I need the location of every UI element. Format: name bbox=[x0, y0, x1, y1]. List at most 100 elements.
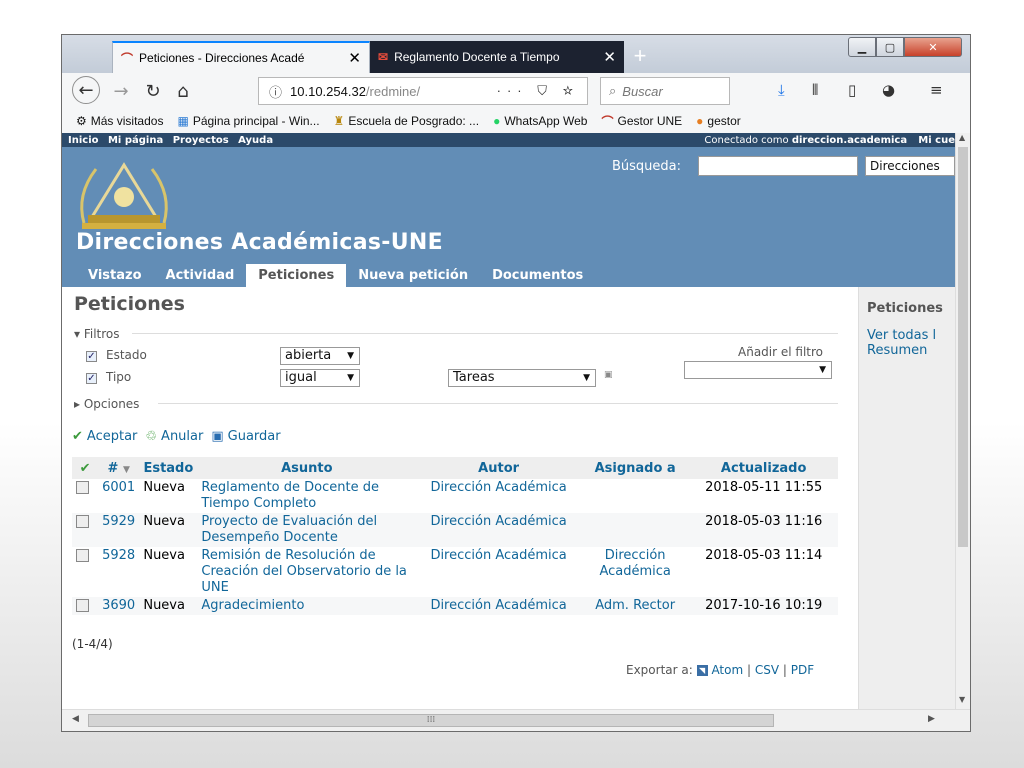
search-input[interactable] bbox=[698, 156, 858, 176]
scroll-up-icon[interactable]: ▲ bbox=[959, 133, 965, 142]
table-row[interactable]: 3690 Nueva Agradecimiento Dirección Acad… bbox=[72, 597, 838, 615]
vertical-scrollbar[interactable]: ▲ ▼ bbox=[955, 133, 970, 709]
top-menu-mi-pagina[interactable]: Mi página bbox=[108, 135, 163, 146]
filter-tipo-operator[interactable]: igual ▼ bbox=[280, 369, 360, 387]
new-tab-button[interactable]: + bbox=[628, 43, 652, 69]
options-legend[interactable]: ▸ Opciones bbox=[74, 397, 139, 411]
issue-author-link[interactable]: Dirección Académica bbox=[416, 597, 581, 615]
issue-author-link[interactable]: Dirección Académica bbox=[416, 479, 581, 513]
issue-subject-link[interactable]: Proyecto de Evaluación del Desempeño Doc… bbox=[197, 513, 417, 547]
filter-tipo-checkbox[interactable]: ✓ bbox=[86, 373, 97, 384]
export-atom-link[interactable]: Atom bbox=[711, 663, 743, 677]
save-link[interactable]: Guardar bbox=[228, 429, 281, 444]
close-tab-icon[interactable]: ✕ bbox=[603, 48, 616, 66]
row-checkbox[interactable] bbox=[76, 481, 89, 494]
issue-id-link[interactable]: 5929 bbox=[98, 513, 140, 547]
close-window-button[interactable]: ✕ bbox=[904, 37, 962, 57]
library-icon[interactable]: ⫴ bbox=[812, 81, 818, 99]
issue-assignee-link[interactable]: Adm. Rector bbox=[580, 597, 690, 615]
toggle-multiselect-icon[interactable]: ▣ bbox=[604, 370, 613, 380]
download-icon[interactable]: ⤓ bbox=[778, 81, 785, 99]
vertical-scroll-thumb[interactable] bbox=[958, 147, 968, 547]
issue-subject-link[interactable]: Reglamento de Docente de Tiempo Completo bbox=[197, 479, 417, 513]
tab-vistazo[interactable]: Vistazo bbox=[76, 264, 154, 287]
add-filter-select[interactable]: ▼ bbox=[684, 361, 832, 379]
maximize-button[interactable]: ▢ bbox=[876, 37, 904, 57]
close-tab-icon[interactable]: ✕ bbox=[348, 49, 361, 67]
issue-author-link[interactable]: Dirección Académica bbox=[416, 513, 581, 547]
tab-peticiones[interactable]: ⌒ Peticiones - Direcciones Acadé ✕ bbox=[112, 41, 370, 73]
project-jump-select[interactable]: Direcciones bbox=[865, 156, 955, 176]
top-menu-ayuda[interactable]: Ayuda bbox=[238, 135, 273, 146]
bookmark-whatsapp[interactable]: ● WhatsApp Web bbox=[493, 114, 587, 128]
toggle-all-checkbox-icon[interactable]: ✔ bbox=[72, 457, 99, 479]
bookmark-escuela-posgrado[interactable]: ♜ Escuela de Posgrado: ... bbox=[334, 114, 480, 128]
issue-subject-link[interactable]: Agradecimiento bbox=[197, 597, 417, 615]
table-row[interactable]: 5928 Nueva Remisión de Resolución de Cre… bbox=[72, 547, 838, 597]
issue-id-link[interactable]: 3690 bbox=[98, 597, 140, 615]
issue-id-link[interactable]: 5928 bbox=[98, 547, 140, 597]
top-menu-proyectos[interactable]: Proyectos bbox=[173, 135, 229, 146]
apply-link[interactable]: Aceptar bbox=[87, 429, 137, 444]
page-actions-icon[interactable]: ··· ⛉ ☆ bbox=[497, 83, 579, 99]
extension-icon[interactable]: ◕ bbox=[882, 81, 895, 99]
table-row[interactable]: 5929 Nueva Proyecto de Evaluación del De… bbox=[72, 513, 838, 547]
scroll-down-icon[interactable]: ▼ bbox=[959, 695, 965, 704]
tab-actividad[interactable]: Actividad bbox=[154, 264, 247, 287]
column-autor[interactable]: Autor bbox=[416, 457, 581, 479]
gear-icon: ⚙ bbox=[76, 114, 87, 128]
export-csv-link[interactable]: CSV bbox=[755, 663, 779, 677]
filter-tipo-value[interactable]: Tareas ▼ bbox=[448, 369, 596, 387]
tab-nueva-peticion[interactable]: Nueva petición bbox=[346, 264, 480, 287]
issue-author-link[interactable]: Dirección Académica bbox=[416, 547, 581, 597]
issue-id-link[interactable]: 6001 bbox=[98, 479, 140, 513]
my-account-link[interactable]: Mi cue bbox=[918, 135, 955, 146]
column-asunto[interactable]: Asunto bbox=[197, 457, 417, 479]
filter-estado-operator[interactable]: abierta ▼ bbox=[280, 347, 360, 365]
filter-estado-checkbox[interactable]: ✓ bbox=[86, 351, 97, 362]
issue-assignee-link[interactable] bbox=[580, 479, 690, 513]
filters-legend[interactable]: ▾ Filtros bbox=[74, 327, 120, 341]
column-id[interactable]: # ▼ bbox=[98, 457, 140, 479]
issue-assignee-link[interactable]: Dirección Académica bbox=[580, 547, 690, 597]
sidebar-icon[interactable]: ▯ bbox=[848, 81, 856, 99]
top-menu-inicio[interactable]: Inicio bbox=[68, 135, 99, 146]
tab-documentos[interactable]: Documentos bbox=[480, 264, 595, 287]
sidebar-view-all-link[interactable]: Ver todas l bbox=[867, 328, 955, 343]
row-checkbox[interactable] bbox=[76, 599, 89, 612]
menu-icon[interactable]: ≡ bbox=[930, 81, 943, 99]
scroll-right-icon[interactable]: ▶ bbox=[928, 714, 935, 724]
tab-reglamento[interactable]: ✉ Reglamento Docente a Tiempo ✕ bbox=[370, 41, 624, 73]
issue-subject-link[interactable]: Remisión de Resolución de Creación del O… bbox=[197, 547, 417, 597]
search-bar[interactable]: ⌕ Buscar bbox=[600, 77, 730, 105]
browser-window: ⌒ Peticiones - Direcciones Acadé ✕ ✉ Reg… bbox=[61, 34, 971, 732]
bookmark-gestor[interactable]: ● gestor bbox=[696, 114, 741, 128]
home-button[interactable]: ⌂ bbox=[170, 78, 196, 104]
issue-assignee-link[interactable] bbox=[580, 513, 690, 547]
tab-peticiones[interactable]: Peticiones bbox=[246, 264, 347, 287]
minimize-button[interactable]: ▁ bbox=[848, 37, 876, 57]
horizontal-scrollbar[interactable]: ◀ ⁞⁞⁞ ▶ bbox=[62, 709, 970, 731]
bookmark-pagina-principal[interactable]: ▦ Página principal - Win... bbox=[177, 114, 319, 128]
column-asignado[interactable]: Asignado a bbox=[580, 457, 690, 479]
export-pdf-link[interactable]: PDF bbox=[791, 663, 814, 677]
tab-title: Peticiones - Direcciones Acadé bbox=[139, 51, 305, 65]
logged-user-link[interactable]: direccion.academica bbox=[792, 135, 907, 146]
back-button[interactable]: ← bbox=[72, 76, 100, 104]
bookmark-gestor-une[interactable]: ⌒ Gestor UNE bbox=[601, 113, 682, 130]
clear-link[interactable]: Anular bbox=[161, 429, 203, 444]
bookmark-mas-visitados[interactable]: ⚙ Más visitados bbox=[76, 114, 163, 128]
save-icon: ▣ bbox=[211, 429, 224, 444]
column-actualizado[interactable]: Actualizado bbox=[689, 457, 838, 479]
column-estado[interactable]: Estado bbox=[139, 457, 198, 479]
horizontal-scroll-thumb[interactable]: ⁞⁞⁞ bbox=[88, 714, 774, 727]
sidebar-summary-link[interactable]: Resumen bbox=[867, 343, 955, 358]
site-info-icon[interactable]: ⓘ bbox=[269, 82, 282, 101]
reload-button[interactable]: ↻ bbox=[140, 78, 166, 104]
table-row[interactable]: 6001 Nueva Reglamento de Docente de Tiem… bbox=[72, 479, 838, 513]
row-checkbox[interactable] bbox=[76, 515, 89, 528]
forward-button[interactable]: → bbox=[108, 78, 134, 104]
url-bar[interactable]: ⓘ 10.10.254.32 /redmine/ ··· ⛉ ☆ bbox=[258, 77, 588, 105]
scroll-left-icon[interactable]: ◀ bbox=[72, 714, 79, 724]
row-checkbox[interactable] bbox=[76, 549, 89, 562]
